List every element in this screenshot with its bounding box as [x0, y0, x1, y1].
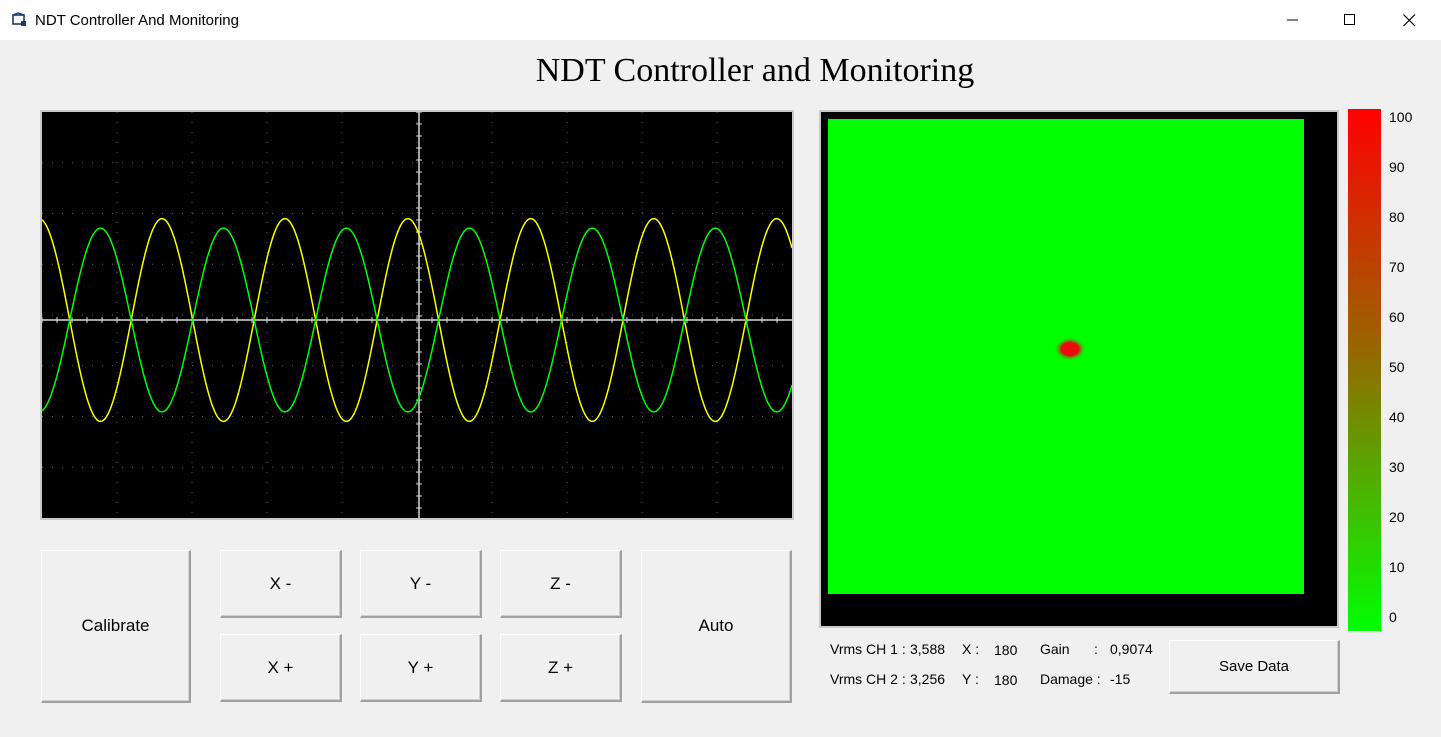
save-data-button[interactable]: Save Data	[1169, 640, 1340, 694]
vrms-ch2-value: 3,256	[910, 671, 946, 687]
scale-label: 20	[1389, 509, 1405, 525]
scale-label: 80	[1389, 209, 1405, 225]
gain-colon: :	[1094, 641, 1098, 657]
heatmap-display	[819, 110, 1339, 628]
window-title: NDT Controller And Monitoring	[35, 12, 239, 29]
x-position-label: X :	[962, 641, 980, 657]
color-scale-bar	[1348, 109, 1381, 631]
damage-value: -15	[1110, 671, 1131, 687]
title-bar: NDT Controller And Monitoring	[0, 0, 1441, 40]
x-minus-button[interactable]: X -	[220, 550, 342, 618]
oscilloscope-plot	[42, 112, 792, 518]
vrms-ch2-label: Vrms CH 2 :	[830, 671, 906, 687]
z-plus-button[interactable]: Z +	[500, 634, 622, 702]
page-title: NDT Controller and Monitoring	[535, 52, 975, 89]
minimize-icon	[1287, 19, 1298, 21]
maximize-icon	[1344, 14, 1355, 25]
scale-label: 0	[1389, 609, 1397, 625]
gain-value: 0,9074	[1110, 641, 1153, 657]
vrms-ch1-value: 3,588	[910, 641, 946, 657]
scale-label: 30	[1389, 459, 1405, 475]
vrms-ch1-label: Vrms CH 1 :	[830, 641, 906, 657]
scale-label: 90	[1389, 159, 1405, 175]
scale-label: 40	[1389, 409, 1405, 425]
x-plus-button[interactable]: X +	[220, 634, 342, 702]
app-icon	[12, 12, 26, 26]
scale-label: 100	[1389, 109, 1413, 125]
oscilloscope-display	[40, 110, 794, 520]
scale-label: 60	[1389, 309, 1405, 325]
close-icon	[1402, 13, 1415, 26]
scale-label: 70	[1389, 259, 1405, 275]
scale-label: 10	[1389, 559, 1405, 575]
heatmap-plot	[828, 119, 1304, 594]
x-position-value: 180	[994, 642, 1018, 658]
z-minus-button[interactable]: Z -	[500, 550, 622, 618]
auto-button[interactable]: Auto	[641, 550, 792, 703]
y-minus-button[interactable]: Y -	[360, 550, 482, 618]
y-plus-button[interactable]: Y +	[360, 634, 482, 702]
scale-label: 50	[1389, 359, 1405, 375]
minimize-button[interactable]	[1264, 0, 1322, 40]
y-position-label: Y :	[962, 671, 979, 687]
gain-label: Gain	[1040, 641, 1070, 657]
damage-hotspot	[1054, 337, 1086, 361]
y-position-value: 180	[994, 672, 1018, 688]
calibrate-button[interactable]: Calibrate	[41, 550, 191, 703]
close-button[interactable]	[1380, 0, 1438, 40]
damage-label: Damage :	[1040, 671, 1101, 687]
maximize-button[interactable]	[1321, 0, 1379, 40]
